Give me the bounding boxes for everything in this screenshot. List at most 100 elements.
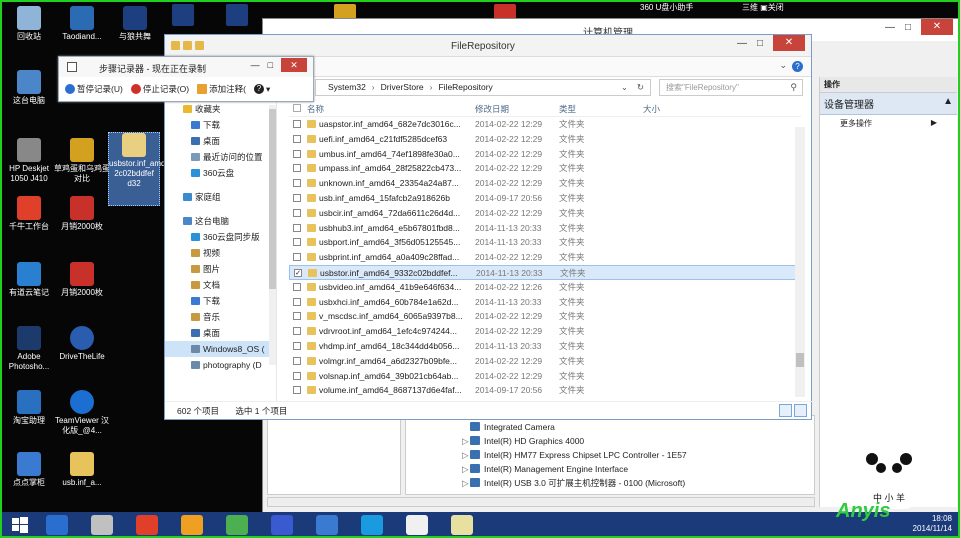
actions-group-device-manager[interactable]: 设备管理器 ▲ <box>820 93 957 115</box>
taskbar-app-icon[interactable] <box>451 515 473 535</box>
usb-inf-folder-icon[interactable]: usb.inf_a... <box>53 452 111 488</box>
taskbar-app-icon[interactable] <box>226 515 248 535</box>
row-checkbox[interactable] <box>293 238 301 247</box>
youdao-note-icon[interactable]: 有道云笔记 <box>0 262 58 298</box>
row-checkbox[interactable] <box>293 386 301 395</box>
row-checkbox[interactable] <box>293 327 301 336</box>
breadcrumb-filerepository[interactable]: FileRepository <box>438 82 492 92</box>
row-checkbox[interactable]: ✓ <box>294 268 302 277</box>
row-checkbox[interactable] <box>293 312 301 321</box>
folder-icon[interactable] <box>171 41 180 50</box>
file-row[interactable]: usbvideo.inf_amd64_41b9e646f634... 2014-0… <box>289 280 801 295</box>
qianniu-icon[interactable]: 千牛工作台 <box>0 196 58 232</box>
file-row[interactable]: volume.inf_amd64_8687137d6e4faf... 2014-0… <box>289 383 801 398</box>
breadcrumb-driverstore[interactable]: DriverStore <box>381 82 424 92</box>
nav-item[interactable]: 家庭组 <box>165 189 276 205</box>
file-row[interactable]: uaspstor.inf_amd64_682e7dc3016c... 2014-0… <box>289 117 801 132</box>
close-button[interactable]: ✕ <box>773 35 805 51</box>
pause-record-button[interactable]: 暂停记录(U) <box>65 83 123 95</box>
close-button[interactable]: ✕ <box>281 58 307 72</box>
nav-item[interactable]: 桌面 <box>165 325 276 341</box>
device-row[interactable]: ▷ Intel(R) HM77 Express Chipset LPC Contr… <box>406 448 814 462</box>
expand-arrow-icon[interactable]: ▷ <box>462 476 469 490</box>
row-checkbox[interactable] <box>293 134 301 143</box>
row-checkbox[interactable] <box>293 297 301 306</box>
nav-item[interactable]: 360云盘同步版 <box>165 229 276 245</box>
nav-item[interactable]: 音乐 <box>165 309 276 325</box>
taskbar-app-icon[interactable] <box>136 515 158 535</box>
steps-recorder-titlebar[interactable]: 步骤记录器 - 现在正在录制 — □ ✕ <box>59 57 313 77</box>
taodiand-icon[interactable]: Taodiand... <box>53 6 111 42</box>
maximize-button[interactable]: □ <box>757 38 763 51</box>
row-checkbox[interactable] <box>293 179 301 188</box>
video-shortcut-icon[interactable] <box>226 4 248 26</box>
select-all-checkbox[interactable] <box>293 104 301 112</box>
this-pc-icon[interactable]: 这台电脑 <box>0 70 58 106</box>
stop-record-button[interactable]: 停止记录(O) <box>130 83 189 95</box>
column-size[interactable]: 大小 <box>643 101 660 117</box>
taskbar-app-icon[interactable] <box>271 515 293 535</box>
maximize-button[interactable]: □ <box>268 60 273 72</box>
taobao-assistant-icon[interactable]: 淘宝助理 <box>0 390 58 426</box>
chevron-right-icon[interactable]: › <box>372 82 375 92</box>
file-row[interactable]: v_mscdsc.inf_amd64_6065a9397b8... 2014-02… <box>289 309 801 324</box>
file-row[interactable]: umbus.inf_amd64_74ef1898fe30a0... 2014-02… <box>289 147 801 162</box>
row-checkbox[interactable] <box>293 193 301 202</box>
row-checkbox[interactable] <box>293 341 301 350</box>
file-row[interactable]: volsnap.inf_amd64_39b021cb64ab... 2014-02… <box>289 369 801 384</box>
refresh-icon[interactable]: ↻ <box>637 80 644 95</box>
usbstor-folder-icon[interactable]: usbstor.inf_amd64_933 2c02bddfef d32 <box>108 132 192 206</box>
scrollbar-thumb[interactable] <box>796 353 804 367</box>
nav-item[interactable]: 这台电脑 <box>165 213 276 229</box>
nav-item[interactable]: photography (D <box>165 357 276 373</box>
search-icon[interactable]: ⚲ <box>790 80 797 95</box>
video-shortcut-icon[interactable]: 与狼共舞 <box>106 6 164 42</box>
row-checkbox[interactable] <box>293 282 301 291</box>
close-button[interactable]: ✕ <box>921 19 953 35</box>
maximize-button[interactable]: □ <box>905 22 911 35</box>
nav-scrollbar[interactable] <box>269 105 276 365</box>
nav-item[interactable]: 图片 <box>165 261 276 277</box>
monthly-sales-icon[interactable]: 月销2000枚 <box>53 262 111 298</box>
nav-item[interactable]: 桌面 <box>165 133 276 149</box>
more-actions-item[interactable]: 更多操作 ▶ <box>820 115 957 132</box>
expand-arrow-icon[interactable]: ▷ <box>462 448 469 462</box>
search-input[interactable]: 搜索"FileRepository" ⚲ <box>659 79 803 96</box>
ribbon-expand-icon[interactable]: ⌄ <box>779 60 787 71</box>
drivethelife-icon[interactable]: DriveTheLife <box>53 326 111 362</box>
chevron-down-icon[interactable]: ⌄ <box>621 80 628 95</box>
file-row[interactable]: usbport.inf_amd64_3f56d05125545... 2014-1… <box>289 235 801 250</box>
taskbar-app-icon[interactable] <box>91 515 113 535</box>
quick-access-toolbar[interactable] <box>171 41 204 50</box>
column-type[interactable]: 类型 <box>559 101 576 117</box>
diandian-icon[interactable]: 点点掌柜 <box>0 452 58 488</box>
row-checkbox[interactable] <box>293 149 301 158</box>
nav-item[interactable]: 下载 <box>165 117 276 133</box>
taskbar-app-icon[interactable] <box>181 515 203 535</box>
expand-arrow-icon[interactable]: ▷ <box>462 434 469 448</box>
nav-item[interactable]: 最近访问的位置 <box>165 149 276 165</box>
tiles-view-icon[interactable] <box>794 404 807 417</box>
vertical-scrollbar[interactable] <box>795 127 805 397</box>
help-button[interactable]: ? ▾ <box>253 84 270 95</box>
row-checkbox[interactable] <box>293 371 301 380</box>
row-checkbox[interactable] <box>293 223 301 232</box>
file-row[interactable]: umpass.inf_amd64_28f25822cb473... 2014-02… <box>289 161 801 176</box>
egg-file-icon[interactable]: 草鸡蛋和乌鸡蛋对比 <box>53 138 111 184</box>
file-row[interactable]: usb.inf_amd64_15fafcb2a918626b 2014-09-17… <box>289 191 801 206</box>
column-date[interactable]: 修改日期 <box>475 101 509 117</box>
nav-item[interactable]: 360云盘 <box>165 165 276 181</box>
row-checkbox[interactable] <box>293 120 301 128</box>
file-row[interactable]: usbcir.inf_amd64_72da6611c26d4d... 2014-0… <box>289 206 801 221</box>
file-row[interactable]: vhdmp.inf_amd64_18c344dd4b056... 2014-11-… <box>289 339 801 354</box>
nav-item[interactable]: 收藏夹 <box>165 101 276 117</box>
row-checkbox[interactable] <box>293 164 301 173</box>
taskbar-app-icon[interactable] <box>316 515 338 535</box>
row-checkbox[interactable] <box>293 356 301 365</box>
hp-printer-icon[interactable]: HP Deskjet 1050 J410 <box>0 138 58 184</box>
column-name[interactable]: 名称 <box>307 101 324 117</box>
video-shortcut-icon[interactable] <box>172 4 194 26</box>
scrollbar-thumb[interactable] <box>269 109 276 289</box>
file-row[interactable]: usbprint.inf_amd64_a0a409c28ffad... 2014-… <box>289 250 801 265</box>
chevron-right-icon[interactable]: › <box>430 82 433 92</box>
